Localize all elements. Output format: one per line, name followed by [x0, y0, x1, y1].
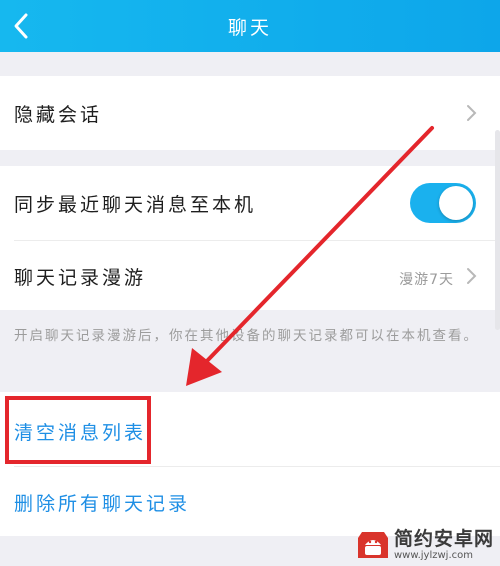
watermark: 简约安卓网 www.jylzwj.com: [356, 528, 494, 562]
android-logo-icon: [357, 532, 388, 558]
annotation-arrow-icon: [186, 126, 434, 386]
watermark-url: www.jylzwj.com: [393, 550, 473, 561]
watermark-name: 简约安卓网: [393, 528, 494, 550]
scrollbar: [495, 130, 500, 330]
